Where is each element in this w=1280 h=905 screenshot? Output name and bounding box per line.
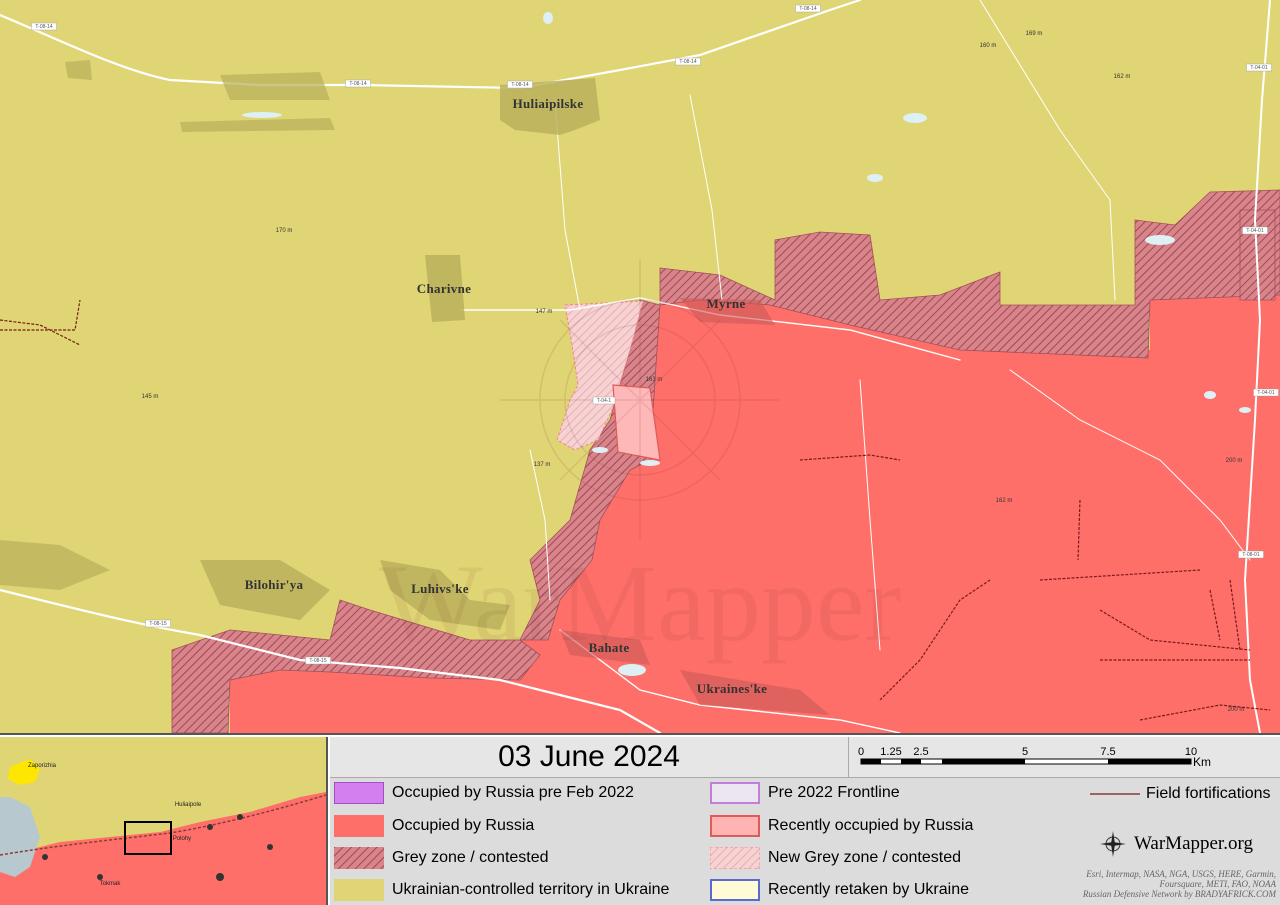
elevation-label: 200 m [1226, 458, 1243, 464]
elevation-label: 162 m [1114, 74, 1131, 80]
legend-item-ukrainian-controlled: Ukrainian-controlled territory in Ukrain… [334, 879, 669, 901]
road-label: T-08-14 [511, 82, 528, 88]
town-label: Bahate [589, 640, 630, 655]
map[interactable]: WarMapper T-08-14 T-08-14 T-08-14 T-08-14 T-… [0, 0, 1280, 733]
road-label: T-04-01 [1246, 228, 1263, 234]
elevation-label: 200 m [1228, 707, 1245, 713]
road-label: T-08-14 [799, 6, 816, 12]
scale-bar: 0 1.25 2.5 5 7.5 10 Km [849, 737, 1280, 778]
elevation-label: 147 m [536, 309, 553, 315]
credits: Esri, Intermap, NASA, NGA, USGS, HERE, G… [1083, 869, 1276, 899]
elevation-label: 160 m [980, 43, 997, 49]
road-label: T-08-15 [309, 658, 326, 664]
road-label: T-08-14 [349, 81, 366, 87]
legend-swatch [334, 879, 384, 901]
road-label: T-08-14 [679, 59, 696, 65]
inset-label: Tokmak [100, 881, 122, 887]
inset-map-svg: Zaporizhia Huliaipole Tokmak Polohy [0, 737, 326, 905]
elevation-label: 145 m [142, 394, 159, 400]
town-label: Ukraines'ke [697, 681, 767, 696]
legend-swatch [334, 782, 384, 804]
elevation-label: 169 m [1026, 31, 1043, 37]
legend-swatch [334, 847, 384, 869]
elevation-label: 163 m [646, 377, 663, 383]
inset-label: Polohy [173, 836, 191, 842]
road-label: T-08-01 [1242, 552, 1259, 558]
town-label: Huliaipilske [513, 96, 584, 111]
legend-panel: 03 June 2024 0 1.25 2.5 5 7.5 10 Km Occupied … [330, 737, 1280, 905]
legend-label: Recently occupied by Russia [768, 817, 974, 834]
road-label: T-08-14 [35, 24, 52, 30]
legend-label: New Grey zone / contested [768, 849, 961, 866]
legend-item-recently-retaken: Recently retaken by Ukraine [710, 879, 969, 901]
legend-item-new-grey-zone: New Grey zone / contested [710, 847, 961, 869]
watermark-text: WarMapper [379, 542, 902, 664]
credit-line: Esri, Intermap, NASA, NGA, USGS, HERE, G… [1086, 869, 1276, 879]
town-label: Charivne [417, 281, 471, 296]
legend-item-recently-occupied: Recently occupied by Russia [710, 815, 973, 837]
road-label: T-04-1 [597, 398, 612, 404]
legend-item-field-fortifications: Field fortifications [1090, 785, 1271, 803]
elevation-label: 137 m [534, 462, 551, 468]
town-label: Luhivs'ke [411, 581, 469, 596]
legend-label: Recently retaken by Ukraine [768, 881, 969, 898]
legend-label: Pre 2022 Frontline [768, 784, 900, 801]
compass-logo-icon [1100, 831, 1126, 857]
scale-label: 5 [1022, 746, 1028, 758]
inset-map[interactable]: Zaporizhia Huliaipole Tokmak Polohy [0, 737, 328, 905]
legend-label: Ukrainian-controlled territory in Ukrain… [392, 881, 670, 898]
legend-swatch [334, 815, 384, 837]
legend-item-occupied-by-russia: Occupied by Russia [334, 815, 534, 837]
legend-swatch [710, 782, 760, 804]
road-label: T-08-15 [149, 621, 166, 627]
legend: Zaporizhia Huliaipole Tokmak Polohy 03 June… [0, 733, 1280, 905]
legend-swatch [710, 847, 760, 869]
brand-text: WarMapper.org [1134, 833, 1253, 854]
legend-item-grey-zone: Grey zone / contested [334, 847, 549, 869]
scale-label: 7.5 [1100, 746, 1115, 758]
map-date: 03 June 2024 [330, 737, 849, 778]
town-label: Bilohir'ya [245, 577, 304, 592]
legend-swatch [710, 815, 760, 837]
legend-label: Grey zone / contested [392, 849, 549, 866]
scale-label: 1.25 [880, 746, 901, 758]
inset-label: Zaporizhia [28, 763, 57, 769]
legend-item-pre-2022-frontline: Pre 2022 Frontline [710, 782, 900, 804]
elevation-label: 162 m [996, 498, 1013, 504]
elevation-label: 170 m [276, 228, 293, 234]
credit-line: Russian Defensive Network by BRADYAFRICK… [1082, 889, 1276, 899]
town-label: Myrne [706, 296, 745, 311]
fortification-line-icon [1090, 793, 1140, 795]
credit-line: Foursquare, METI, FAO, NOAA [1159, 879, 1277, 889]
legend-swatch [710, 879, 760, 901]
legend-label: Occupied by Russia pre Feb 2022 [392, 784, 634, 801]
legend-label: Field fortifications [1146, 785, 1271, 802]
road-label: T-04-01 [1257, 390, 1274, 396]
scale-label: 0 [858, 746, 864, 758]
road-label: T-04-01 [1250, 65, 1267, 71]
scale-label: 2.5 [913, 746, 928, 758]
brand[interactable]: WarMapper.org [1100, 831, 1253, 857]
inset-label: Huliaipole [175, 802, 202, 808]
legend-label: Occupied by Russia [392, 817, 535, 834]
legend-item-occupied-pre-2022: Occupied by Russia pre Feb 2022 [334, 782, 634, 804]
scale-unit: Km [1193, 755, 1211, 769]
